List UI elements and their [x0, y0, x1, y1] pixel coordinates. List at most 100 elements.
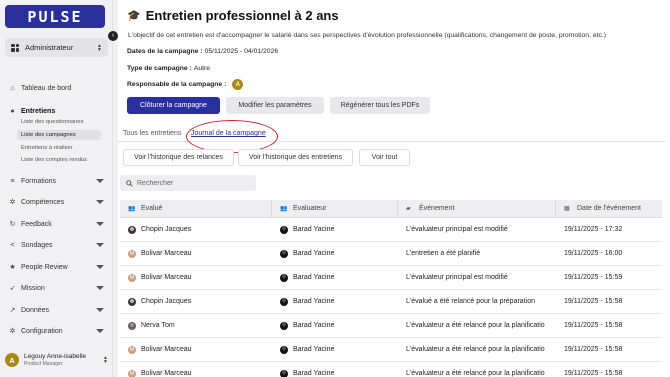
nav-item-formations[interactable]: ≡ Formations [8, 175, 104, 187]
table-row[interactable]: M Bolivar Marceau Barad Yacine L'évaluate… [120, 266, 662, 290]
subnav-liste-questionnaires[interactable]: Liste des questionnaires [17, 117, 101, 127]
role-label: Administrateur [25, 43, 74, 52]
cell-evaluateur: Barad Yacine [272, 242, 398, 266]
nav-item-mission[interactable]: ➶ Mission [8, 282, 104, 294]
table-header: 👥 Evalué 👥 Evaluateur ▰ Événement ▦ Date de … [120, 199, 662, 218]
chevron-down-icon [96, 265, 104, 269]
avatar [128, 297, 136, 306]
nav-item-configuration[interactable]: ✲ Configuration [8, 325, 104, 337]
chevron-down-icon [96, 329, 104, 333]
user-menu[interactable]: A Legouy Anne-isabelle Product Manager ▲… [5, 350, 108, 370]
relances-history-button[interactable]: Voir l'historique des relances [123, 149, 234, 166]
type-value: Autre [193, 65, 211, 72]
avatar [280, 369, 288, 377]
nav-item-people-review[interactable]: ★ People Review [8, 261, 104, 273]
show-all-button[interactable]: Voir tout [359, 149, 410, 166]
edit-settings-button[interactable]: Modifier les paramètres [226, 97, 324, 114]
nav-item-entretiens[interactable]: ● Entretiens [8, 105, 104, 117]
role-switcher[interactable]: Administrateur ▲ ▼ [5, 38, 108, 57]
campaign-description: L'objectif de cet entretien est d'accomp… [128, 32, 607, 39]
nav-item-sondages[interactable]: < Sondages [8, 239, 104, 251]
cell-evaluateur: Barad Yacine [272, 338, 398, 362]
cell-evaluateur: Barad Yacine [272, 218, 398, 242]
search-box[interactable] [120, 175, 256, 191]
calendar-icon: ▦ [564, 206, 570, 212]
nav-label: People Review [21, 263, 68, 271]
pulse-logo[interactable]: PULSE [5, 5, 105, 28]
header-evenement[interactable]: ▰ Événement [398, 199, 556, 218]
grid-icon [11, 43, 19, 52]
gear-icon: ✲ [9, 328, 16, 335]
folder-icon: ▰ [406, 206, 411, 212]
cell-evalue: Nerva Tom [120, 314, 272, 338]
tab-journal-de-la-campagne[interactable]: Journal de la campagne [191, 130, 266, 137]
header-label: Evaluateur [293, 205, 327, 212]
nav-label: Entretiens [21, 107, 56, 115]
subnav-liste-campagnes[interactable]: Liste des campagnes [17, 130, 101, 140]
close-campaign-button[interactable]: Clôturer la campagne [127, 97, 220, 114]
cell-evalue: M Bolivar Marceau [128, 369, 192, 377]
cell-evenement: L'évaluateur principal est modifié [406, 274, 508, 281]
table-row[interactable]: M Bolivar Marceau Barad Yacine L'évaluate… [120, 362, 662, 377]
sidebar: PULSE Administrateur ▲ ▼ ⌂ Tableau de bord… [0, 0, 113, 377]
nav-item-tableau-de-bord[interactable]: ⌂ Tableau de bord [8, 82, 104, 94]
refresh-icon: ↻ [9, 221, 16, 228]
people-icon: 👥 [128, 206, 136, 212]
cell-date: 19/11/2025 - 17:32 [564, 226, 623, 233]
table-row[interactable]: M Bolivar Marceau Barad Yacine L'entretie… [120, 242, 662, 266]
database-icon: ≡ [10, 177, 15, 185]
avatar: M [128, 369, 136, 377]
cell-date: 19/11/2025 - 15:59 [564, 274, 623, 281]
chevron-down-icon [96, 286, 104, 290]
nav-item-feedback[interactable]: ↻ Feedback [8, 218, 104, 230]
campaign-type: Type de campagne : Autre [127, 65, 210, 72]
updown-chevron-icon: ▲ ▼ [97, 42, 102, 53]
cell-evaluateur: Barad Yacine [272, 266, 398, 290]
chevron-down-icon [96, 243, 104, 247]
subnav-liste-comptes-rendus[interactable]: Liste des comptes rendus [17, 155, 101, 165]
search-icon [126, 179, 133, 187]
avatar: A [5, 353, 19, 367]
header-date[interactable]: ▦ Date de l'événement [556, 200, 662, 218]
cell-evenement: L'entretien a été planifié [406, 250, 481, 257]
share-icon: < [10, 241, 15, 249]
nav-item-competences[interactable]: ✲ Compétences [8, 196, 104, 208]
nav-item-donnees[interactable]: ↗ Données [8, 304, 104, 316]
cell-date: 19/11/2025 - 15:58 [564, 346, 623, 353]
page-title: 🎓 Entretien professionnel à 2 ans [127, 8, 339, 23]
avatar [280, 273, 288, 282]
avatar [280, 345, 288, 354]
nav-label: Formations [21, 177, 57, 185]
user-job: Product Manager [24, 361, 63, 367]
cell-evenement: L'évaluateur a été relancé pour la plani… [406, 346, 545, 353]
tab-tous-les-entretiens[interactable]: Tous les entretiens [123, 130, 181, 137]
regenerate-pdfs-button[interactable]: Régénérer tous les PDFs [330, 97, 430, 114]
header-evaluateur[interactable]: 👥 Evaluateur [272, 199, 398, 218]
campaign-dates: Dates de la campagne :05/11/2025 - 04/01… [127, 48, 278, 55]
search-input[interactable] [137, 179, 247, 187]
campaign-responsible: Responsable de la campagne : A [127, 79, 244, 90]
interviews-history-button[interactable]: Voir l'historique des entretiens [238, 149, 353, 166]
subnav-entretiens-a-realiser[interactable]: Entretiens à réaliser [17, 143, 101, 153]
cell-evenement: L'évaluateur a été relancé pour la plani… [406, 322, 545, 329]
cell-evalue: M Bolivar Marceau [128, 249, 192, 258]
people-icon: 👥 [280, 206, 288, 212]
nav-label: Configuration [21, 327, 63, 335]
chart-icon: ↗ [9, 307, 16, 314]
table-row[interactable]: Chopin Jacques Barad Yacine L'évaluateur… [120, 218, 662, 242]
chevron-down-icon [96, 222, 104, 226]
cell-evaluateur: Barad Yacine [272, 290, 398, 314]
table-row[interactable]: Chopin Jacques Barad Yacine L'évalué a é… [120, 290, 662, 314]
user-name: Legouy Anne-isabelle [24, 353, 87, 360]
header-evalue[interactable]: 👥 Evalué [120, 199, 272, 218]
updown-chevron-icon: ▲ ▼ [103, 355, 108, 365]
main-content: 🎓 Entretien professionnel à 2 ans L'obje… [118, 0, 670, 377]
star-icon: ★ [9, 264, 16, 271]
logo-text: PULSE [27, 7, 83, 26]
nav-label: Tableau de bord [21, 84, 72, 92]
table-row[interactable]: Nerva Tom Barad Yacine L'évaluateur a ét… [120, 314, 662, 338]
collapse-sidebar-button[interactable]: ‹ [108, 31, 118, 41]
avatar [128, 225, 136, 234]
table-row[interactable]: M Bolivar Marceau Barad Yacine L'évaluate… [120, 338, 662, 362]
home-icon: ⌂ [10, 84, 15, 92]
